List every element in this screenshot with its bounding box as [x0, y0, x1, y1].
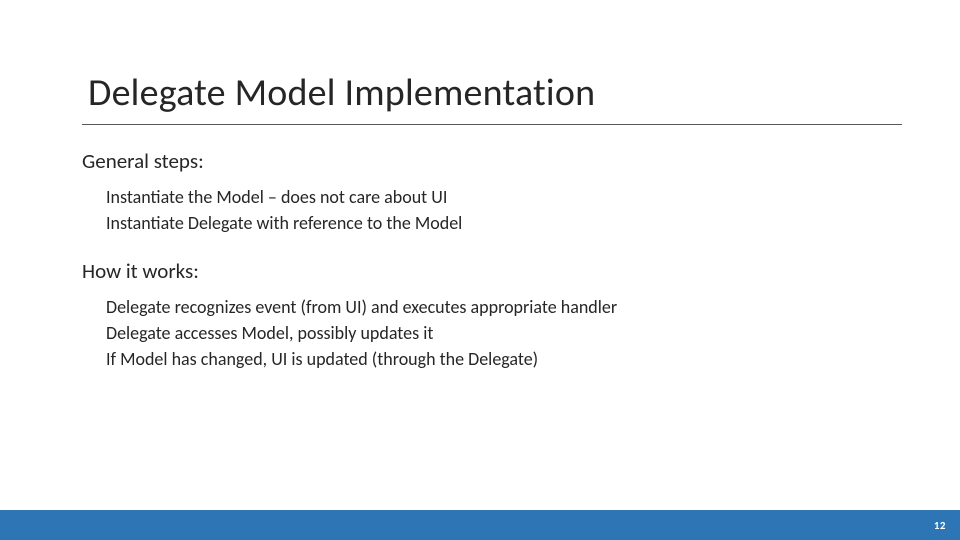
list-item: Instantiate the Model – does not care ab… [106, 184, 462, 210]
list-item: Instantiate Delegate with reference to t… [106, 210, 462, 236]
section-how-it-works: How it works: Delegate recognizes event … [82, 258, 617, 372]
section-heading: General steps: [82, 148, 462, 174]
list-item: Delegate recognizes event (from UI) and … [106, 294, 617, 320]
title-underline [82, 124, 902, 125]
section-general-steps: General steps: Instantiate the Model – d… [82, 148, 462, 236]
page-number: 12 [934, 519, 946, 532]
section-items: Delegate recognizes event (from UI) and … [82, 294, 617, 372]
slide: Delegate Model Implementation General st… [0, 0, 960, 540]
list-item: If Model has changed, UI is updated (thr… [106, 346, 617, 372]
section-heading: How it works: [82, 258, 617, 284]
slide-title: Delegate Model Implementation [88, 70, 595, 116]
footer-bar [0, 510, 960, 540]
list-item: Delegate accesses Model, possibly update… [106, 320, 617, 346]
section-items: Instantiate the Model – does not care ab… [82, 184, 462, 236]
